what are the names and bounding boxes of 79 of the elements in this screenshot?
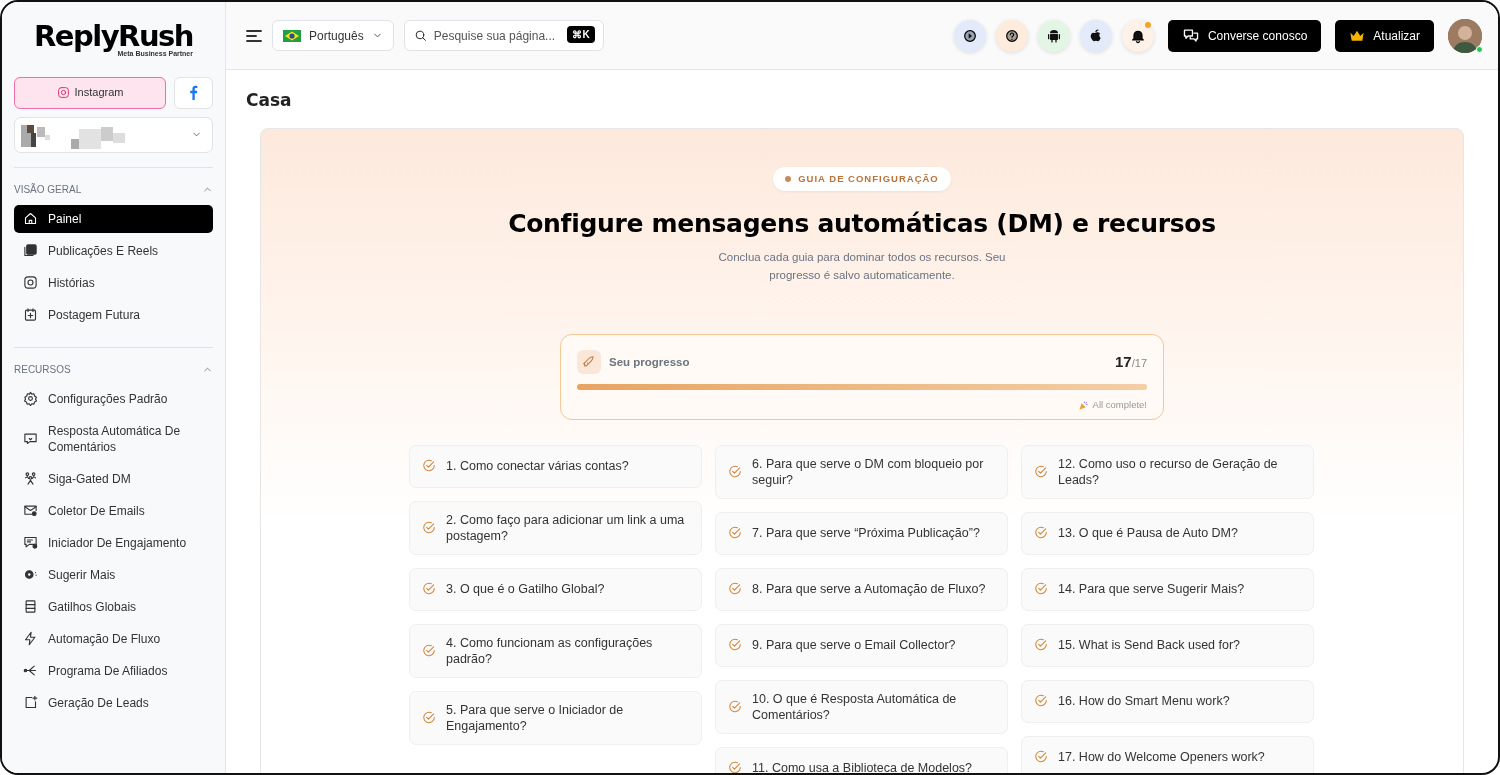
guide-item[interactable]: 12. Como uso o recurso de Geração de Leads? — [1021, 444, 1314, 499]
completion-note: All complete! — [1092, 398, 1147, 413]
photos-icon — [23, 243, 38, 258]
android-icon — [1045, 27, 1062, 44]
crown-icon — [1349, 28, 1366, 43]
sidebar-item[interactable]: Siga-Gated DM — [14, 464, 213, 493]
camera-icon — [23, 275, 38, 290]
guide-item[interactable]: 13. O que é Pausa de Auto DM? — [1021, 511, 1314, 555]
sidebar-item[interactable]: Sugerir Mais — [14, 560, 213, 589]
guide-item[interactable]: 2. Como faço para adicionar um link a uma postagem? — [409, 500, 702, 555]
upgrade-button[interactable]: Atualizar — [1335, 19, 1434, 52]
guide-item[interactable]: 16. How do Smart Menu work? — [1021, 679, 1314, 723]
help-button[interactable] — [995, 19, 1028, 52]
chat-bubbles-icon — [1181, 27, 1200, 44]
guide-item[interactable]: 3. O que é o Gatilho Global? — [409, 567, 702, 611]
people-icon — [23, 471, 38, 486]
brand-name: ReplyRush — [34, 22, 193, 51]
shortcut-key: ⌘K — [567, 26, 595, 43]
facebook-icon — [189, 85, 198, 100]
sidebar-item[interactable]: Postagem Futura — [14, 300, 213, 329]
account-switcher[interactable] — [14, 116, 213, 153]
chat-button[interactable]: Converse conosco — [1167, 19, 1322, 52]
list-icon — [23, 599, 38, 614]
guide-item[interactable]: 9. Para que serve o Email Collector? — [715, 623, 1008, 667]
brazil-flag-icon — [283, 29, 301, 42]
guide-item[interactable]: 5. Para que serve o Iniciador de Engajamento? — [409, 690, 702, 745]
guide-item[interactable]: 6. Para que serve o DM com bloqueio por seguir? — [715, 444, 1008, 499]
guide-item[interactable]: 17. How do Welcome Openers work? — [1021, 735, 1314, 773]
sidebar-item[interactable]: Configurações Padrão — [14, 384, 213, 413]
guide-item[interactable]: 8. Para que serve a Automação de Fluxo? — [715, 567, 1008, 611]
progress-label: Seu progresso — [609, 354, 690, 370]
guide-item[interactable]: 10. O que é Resposta Automática de Comentários? — [715, 679, 1008, 734]
search-icon — [413, 29, 427, 42]
gear-icon — [23, 391, 38, 406]
platform-tab[interactable]: Instagram — [14, 76, 166, 109]
apple-button[interactable] — [1079, 19, 1112, 52]
sidebar-item[interactable]: Coletor De Emails — [14, 496, 213, 525]
chat-icon — [23, 431, 38, 446]
sidebar-item[interactable]: Geração De Leads — [14, 688, 213, 717]
progress-count: 17/17 — [1115, 352, 1147, 372]
frame-plus-icon — [23, 695, 38, 710]
notification-button[interactable] — [1121, 19, 1154, 52]
sidebar-item[interactable]: Iniciador De Engajamento — [14, 528, 213, 557]
sidebar-item[interactable]: Painel — [14, 204, 213, 233]
guide-subtitle: Conclua cada guia para dominar todos os recursos. Seu progresso é salvo automaticamente. — [717, 250, 1007, 284]
mail-icon — [23, 503, 38, 518]
guide-item[interactable]: 4. Como funcionam as configurações padrão? — [409, 623, 702, 678]
guide-item[interactable]: 15. What is Send Back used for? — [1021, 623, 1314, 667]
home-icon — [23, 211, 38, 226]
help-icon — [1003, 27, 1020, 44]
lightning-icon — [23, 631, 38, 646]
section-header[interactable]: VISÃO GERAL — [14, 181, 213, 197]
sidebar-item[interactable]: Programa De Afiliados — [14, 656, 213, 685]
gear-icon — [23, 567, 38, 582]
play-button[interactable] — [953, 19, 986, 52]
section-badge: GUIA DE CONFIGURAÇÃO — [773, 166, 951, 191]
platform-tab[interactable] — [174, 76, 213, 109]
user-avatar[interactable] — [1448, 18, 1482, 53]
sidebar-item[interactable]: Resposta Automática De Comentários — [14, 416, 213, 461]
play-icon — [961, 27, 978, 44]
sidebar-item[interactable]: Automação De Fluxo — [14, 624, 213, 653]
guide-item[interactable]: 11. Como usa a Biblioteca de Modelos? — [715, 746, 1008, 773]
instagram-icon — [56, 86, 70, 99]
share-icon — [23, 663, 38, 678]
sidebar-item[interactable]: Gatilhos Globais — [14, 592, 213, 621]
language-select[interactable]: Português — [272, 20, 394, 51]
guide-title: Configure mensagens automáticas (DM) e recursos — [508, 207, 1216, 240]
calendar-icon — [23, 307, 38, 322]
android-button[interactable] — [1037, 19, 1070, 52]
party-popper-icon — [1077, 399, 1089, 411]
guide-item[interactable]: 1. Como conectar várias contas? — [409, 444, 702, 488]
message-icon — [23, 535, 38, 550]
page-title: Casa — [246, 89, 293, 112]
menu-icon[interactable] — [246, 28, 262, 43]
guide-item[interactable]: 14. Para que serve Sugerir Mais? — [1021, 567, 1314, 611]
sidebar-item[interactable]: Publicações E Reels — [14, 236, 213, 265]
section-header[interactable]: RECURSOS — [14, 361, 213, 377]
sidebar-item[interactable]: Histórias — [14, 268, 213, 297]
guide-item[interactable]: 7. Para que serve “Próxima Publicação”? — [715, 511, 1008, 555]
